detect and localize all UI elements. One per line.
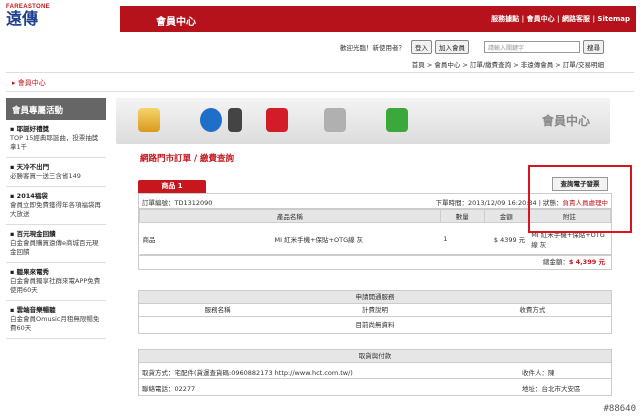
total-amount: $ 4,399 元 xyxy=(568,258,605,266)
cell-name: MI 紅米手機+保貼+OTG線 灰 xyxy=(271,222,441,255)
sidebar-item-title: ▪ 百元現金回饋 xyxy=(10,230,56,238)
search-input[interactable]: 請輸入關鍵字 xyxy=(484,41,580,53)
sidebar-item-title: ▪ 耶誕好禮獎 xyxy=(10,125,50,133)
service-col-charge: 收費方式 xyxy=(519,306,546,314)
welcome-text: 歡迎光臨！新使用者？ xyxy=(340,44,405,52)
breadcrumb[interactable]: 首頁 > 會員中心 > 訂單/繳費查詢 > 非遠傳會員 > 訂單/交易明細 xyxy=(412,59,604,69)
contact-phone: 聯絡電話：02277 xyxy=(142,385,196,393)
total-row: 總金額：$ 4,399 元 xyxy=(139,255,611,269)
service-panel: 申請開通服務 服務名稱 計費說明 收費方式 目前尚無資料 xyxy=(138,290,612,334)
sidebar-item-title: ▪ 天冷不出門 xyxy=(10,163,50,171)
toolbar: 歡迎光臨！新使用者？ 登入 加入會員 請輸入關鍵字 搜尋 xyxy=(340,40,604,54)
highlight-box xyxy=(528,165,632,233)
tab-product-1[interactable]: 商品 1 xyxy=(138,180,206,193)
service-col-billing: 計費說明 xyxy=(361,306,388,314)
service-title: 申請開通服務 xyxy=(139,291,611,304)
total-label: 總金額： xyxy=(542,258,569,266)
contact-row: 聯絡電話：02277 地址：台北市大安區 xyxy=(139,379,611,395)
sidebar-item-title: ▪ 2014福袋 xyxy=(10,192,48,200)
sidebar-item-title: ▪ 聽果來電秀 xyxy=(10,268,50,276)
payment-title: 取貨與付款 xyxy=(139,350,611,363)
info-icon xyxy=(200,108,222,132)
people-icon xyxy=(324,108,346,132)
service-col-name: 服務名稱 xyxy=(204,306,231,314)
sidebar-item-desc: 白金會員Omusic月租無限暢免費60天 xyxy=(10,315,100,332)
phone-icon xyxy=(228,108,242,132)
wallet-icon xyxy=(386,108,408,132)
header-amount: 金額 xyxy=(483,209,529,223)
sidebar-item[interactable]: ▪ 天冷不出門 必勝客買一送三含省149 xyxy=(6,158,106,187)
join-button[interactable]: 加入會員 xyxy=(435,40,469,54)
search-button[interactable]: 搜尋 xyxy=(583,40,604,54)
sidebar-title: 會員專屬活動 xyxy=(6,98,106,120)
section-title: 網路門市訂單 / 繳費查詢 xyxy=(140,154,235,164)
banner-title: 會員中心 xyxy=(541,114,590,128)
sidebar-item-desc: TOP 15經典耶誕曲，投票抽獎拿1千 xyxy=(10,134,99,151)
service-columns: 服務名稱 計費說明 收費方式 xyxy=(139,304,611,317)
sidebar-item-desc: 必勝客買一送三含省149 xyxy=(10,172,81,180)
login-button[interactable]: 登入 xyxy=(411,40,432,54)
receiver: 收件人：陳 xyxy=(522,369,555,377)
chart-icon xyxy=(138,108,160,132)
watermark: #88640 xyxy=(603,404,636,414)
order-number: 訂單編號：TD1312090 xyxy=(142,199,213,207)
sidebar-item-desc: 白金會員購買遠傳e商城百元現金回饋 xyxy=(10,239,99,256)
header-red-bar: 會員中心 服務據點 | 會員中心 | 網路客服 | Sitemap xyxy=(120,6,636,32)
gift-icon xyxy=(266,108,288,132)
member-banner: 會員中心 xyxy=(116,98,610,144)
sidebar-item[interactable]: ▪ 2014福袋 會員立即免費獲得年各項福袋再大放送 xyxy=(6,187,106,225)
sidebar: 會員專屬活動 ▪ 耶誕好禮獎 TOP 15經典耶誕曲，投票抽獎拿1千 ▪ 天冷不出… xyxy=(6,98,106,339)
cell-qty: 1 xyxy=(440,222,485,255)
sidebar-item-desc: 白金會員獨享社群來電APP免費使用60天 xyxy=(10,277,101,294)
header-links[interactable]: 服務據點 | 會員中心 | 網路客服 | Sitemap xyxy=(491,14,630,24)
address: 地址：台北市大安區 xyxy=(522,385,581,393)
fareastone-logo[interactable]: FAREASTONE 遠傳 xyxy=(6,4,88,32)
delivery-row: 取貨方式：宅配件(貨運查貨碼:0960882173 http://www.hct… xyxy=(139,363,611,379)
header: FAREASTONE 遠傳 會員中心 服務據點 | 會員中心 | 網路客服 | … xyxy=(0,0,640,36)
sidebar-item[interactable]: ▪ 耶誕好禮獎 TOP 15經典耶誕曲，投票抽獎拿1千 xyxy=(6,120,106,158)
sidebar-item-desc: 會員立即免費獲得年各項福袋再大放送 xyxy=(10,201,101,218)
payment-panel: 取貨與付款 取貨方式：宅配件(貨運查貨碼:0960882173 http://w… xyxy=(138,349,612,396)
cell-type: 商品 xyxy=(139,222,272,255)
sidebar-item-title: ▪ 雲端音樂暢聽 xyxy=(10,306,56,314)
member-center-label[interactable]: ▸ 會員中心 xyxy=(12,78,46,88)
header-product-name: 產品名稱 xyxy=(139,209,441,223)
header-qty: 數量 xyxy=(439,209,485,223)
logo-text-zh: 遠傳 xyxy=(6,9,39,28)
sidebar-item[interactable]: ▪ 雲端音樂暢聽 白金會員Omusic月租無限暢免費60天 xyxy=(6,301,106,339)
sidebar-item[interactable]: ▪ 聽果來電秀 白金會員獨享社群來電APP免費使用60天 xyxy=(6,263,106,301)
sidebar-item[interactable]: ▪ 百元現金回饋 白金會員購買遠傳e商城百元現金回饋 xyxy=(6,225,106,263)
member-center-bar: ▸ 會員中心 xyxy=(6,72,634,92)
header-title: 會員中心 xyxy=(156,17,196,28)
cell-price: $ 4399 元 xyxy=(484,222,529,255)
service-empty: 目前尚無資料 xyxy=(355,321,395,329)
delivery-method: 取貨方式：宅配件(貨運查貨碼:0960882173 http://www.hct… xyxy=(142,369,353,377)
